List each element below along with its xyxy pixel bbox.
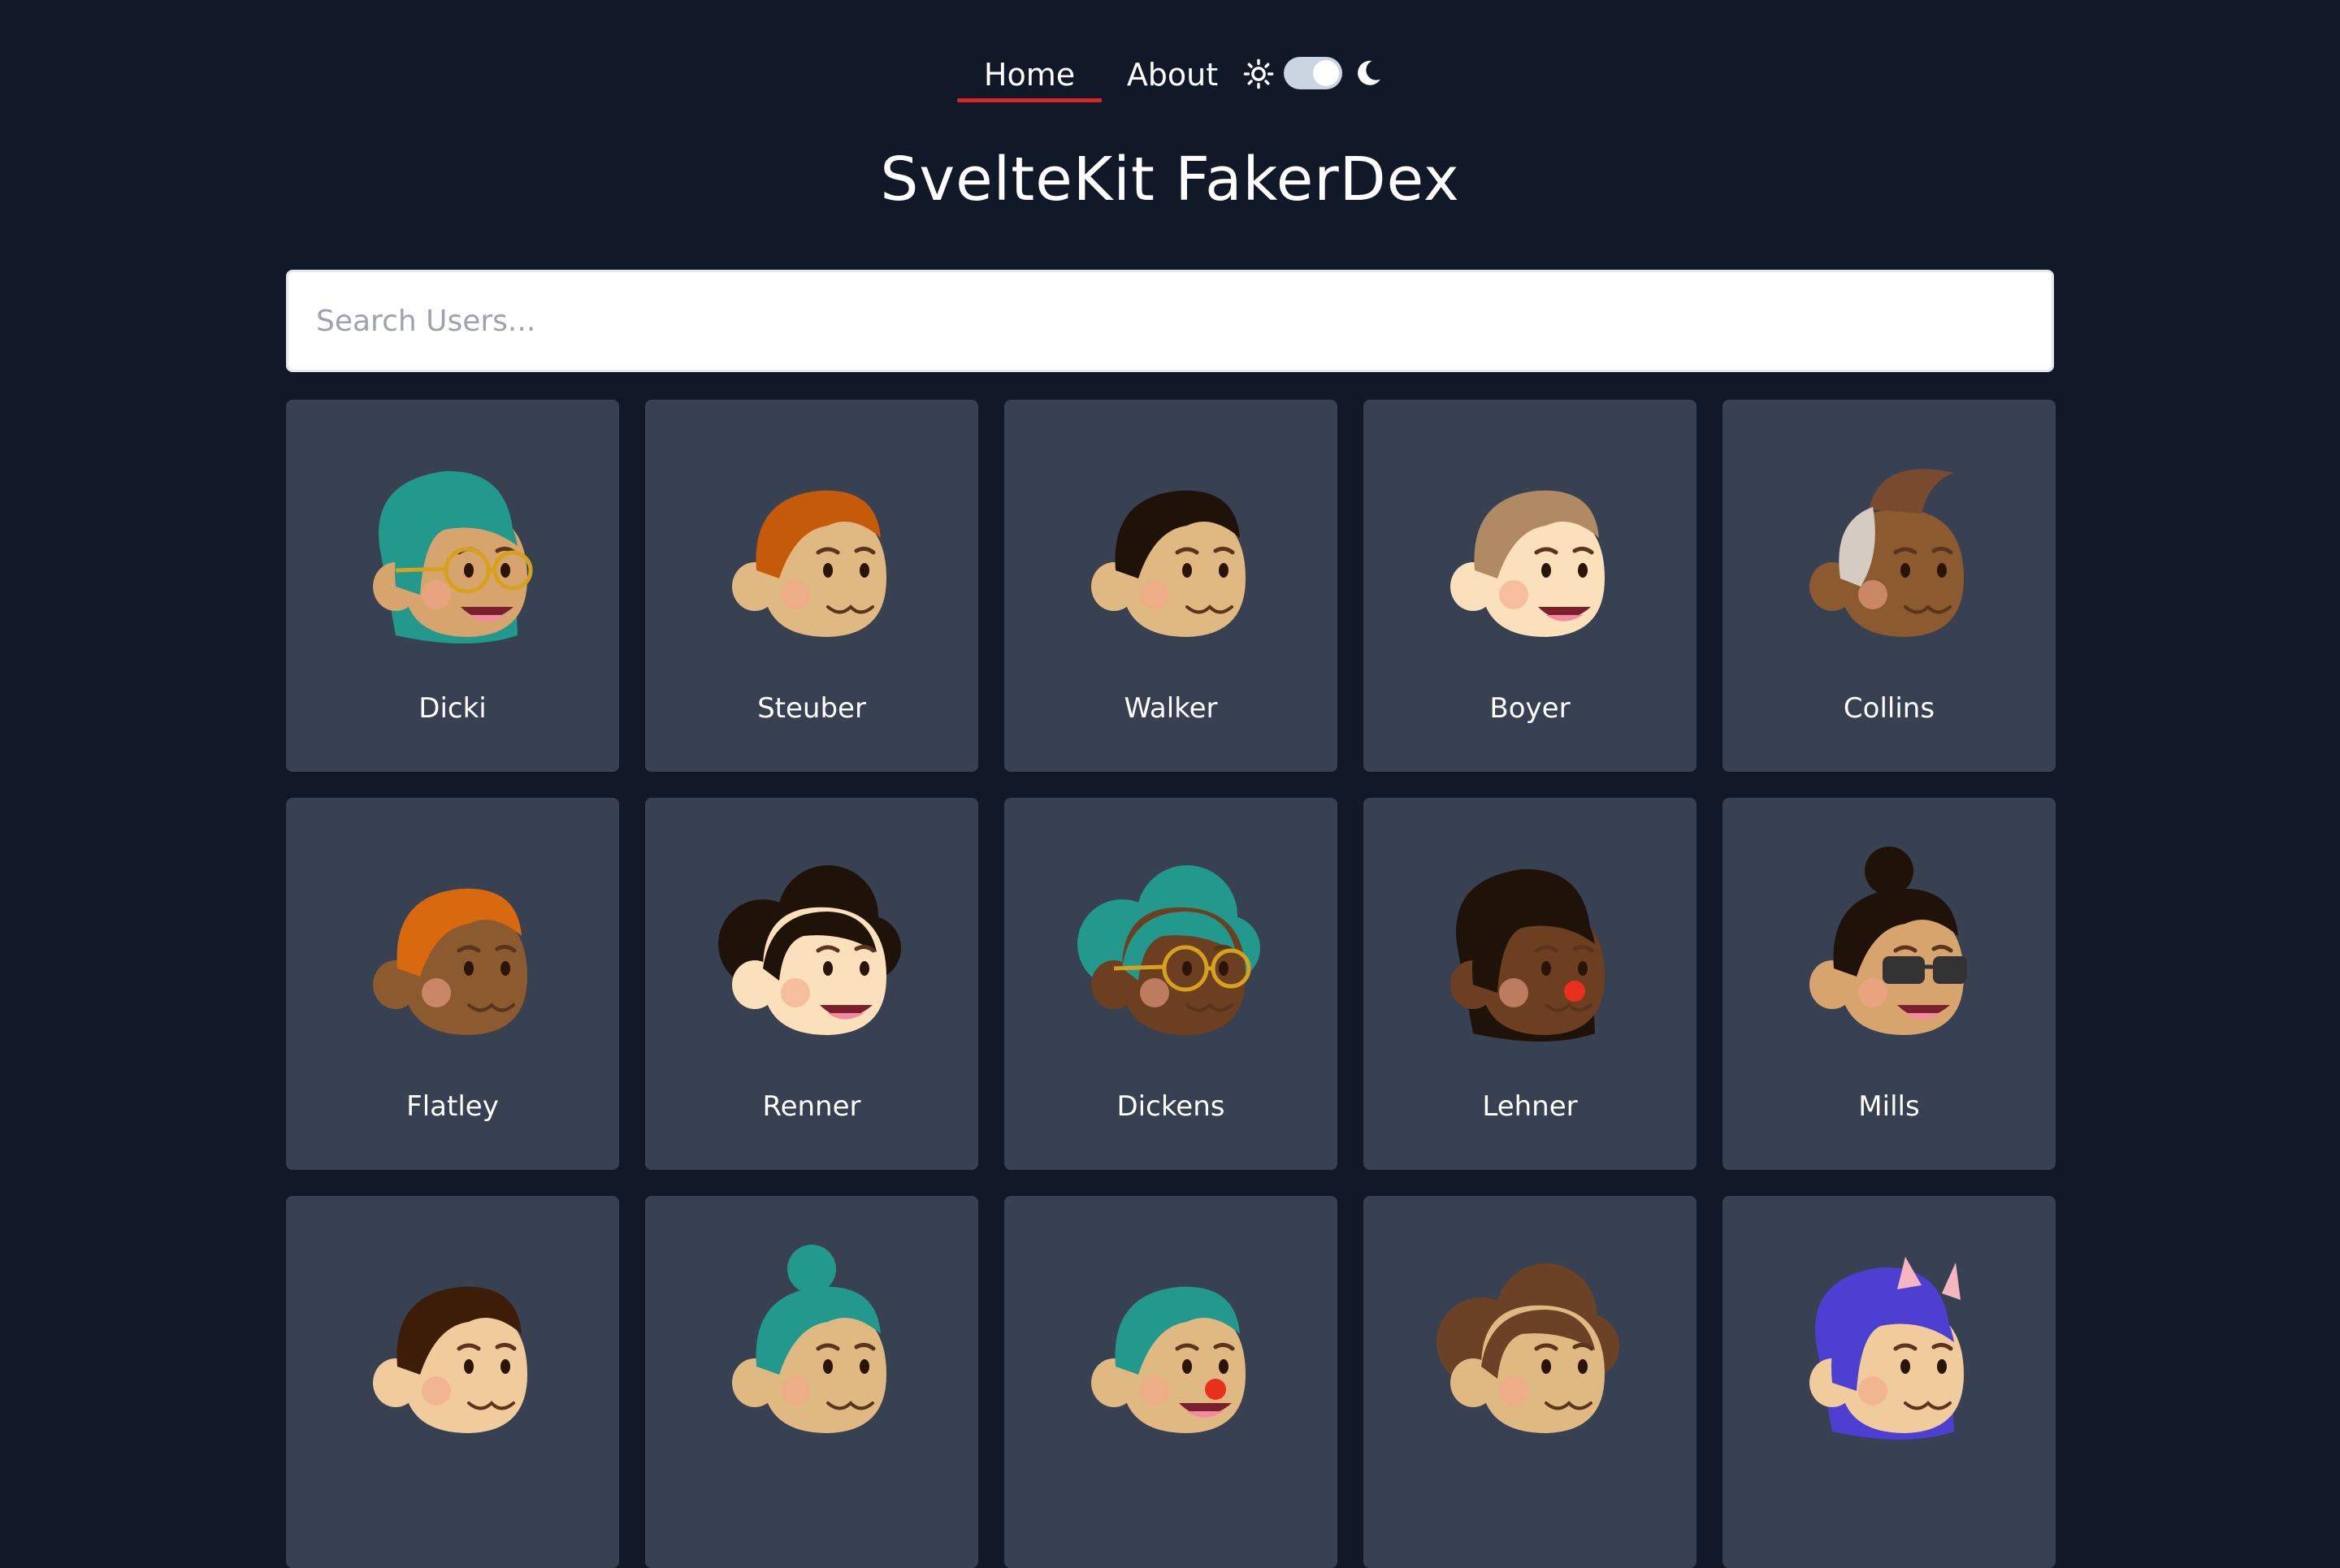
user-card[interactable]: Lehner <box>1363 798 1696 1170</box>
user-name: Renner <box>762 1090 861 1123</box>
user-avatar <box>1809 847 1967 1035</box>
user-avatar <box>1809 469 1964 637</box>
user-card[interactable] <box>1722 1196 2056 1568</box>
user-avatar <box>1436 1263 1619 1433</box>
user-avatar <box>1809 1257 1964 1440</box>
user-card[interactable]: Dickens <box>1004 798 1337 1170</box>
user-avatar <box>1450 868 1605 1042</box>
user-card[interactable] <box>1363 1196 1696 1568</box>
nav-about-link[interactable]: About <box>1120 49 1225 101</box>
user-card[interactable] <box>645 1196 978 1568</box>
user-card[interactable]: Walker <box>1004 400 1337 772</box>
theme-toggle-knob <box>1313 60 1339 86</box>
user-card[interactable] <box>1004 1196 1337 1568</box>
user-card[interactable]: Renner <box>645 798 978 1170</box>
moon-icon <box>1358 60 1380 85</box>
user-card[interactable]: Dicki <box>286 400 619 772</box>
nav-home-label: Home <box>983 57 1076 93</box>
user-avatar <box>373 470 533 643</box>
user-name: Steuber <box>757 692 866 725</box>
user-avatar <box>1091 1286 1246 1433</box>
user-name: Dickens <box>1116 1090 1225 1123</box>
user-name: Lehner <box>1482 1090 1578 1123</box>
user-name: Walker <box>1124 692 1218 725</box>
user-name: Boyer <box>1489 692 1571 725</box>
user-card[interactable]: Boyer <box>1363 400 1696 772</box>
user-card[interactable]: Flatley <box>286 798 619 1170</box>
theme-toggle[interactable] <box>1284 57 1342 89</box>
user-avatar <box>1091 490 1246 637</box>
user-avatar <box>1450 490 1605 637</box>
user-card[interactable]: Mills <box>1722 798 2056 1170</box>
nav-home-link[interactable]: Home <box>957 49 1102 102</box>
user-avatar <box>732 490 886 637</box>
user-avatar <box>718 865 901 1035</box>
user-name: Flatley <box>406 1090 499 1123</box>
user-avatar <box>1077 865 1260 1035</box>
top-navigation: Home About <box>0 49 2340 106</box>
user-card[interactable] <box>286 1196 619 1568</box>
active-nav-indicator <box>957 98 1102 102</box>
search-input[interactable] <box>286 270 2054 372</box>
user-card[interactable]: Collins <box>1722 400 2056 772</box>
sun-icon <box>1243 58 1274 89</box>
user-grid: Dicki Steuber Walker Boyer Collins Flatley Ren… <box>286 400 2056 1568</box>
user-avatar <box>373 888 527 1035</box>
page-title: SvelteKit FakerDex <box>880 145 1460 214</box>
user-name: Collins <box>1843 692 1935 725</box>
user-avatar <box>373 1286 527 1433</box>
user-card[interactable]: Steuber <box>645 400 978 772</box>
user-name: Dicki <box>418 692 487 725</box>
user-name: Mills <box>1858 1090 1920 1123</box>
user-avatar <box>732 1245 886 1433</box>
